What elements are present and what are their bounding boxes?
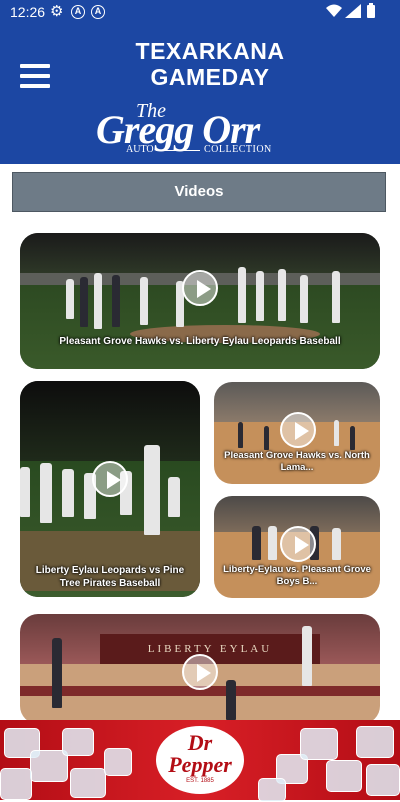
player-figure	[140, 277, 148, 325]
player-figure	[332, 528, 341, 560]
player-figure	[302, 626, 312, 686]
ice-cube	[356, 726, 394, 758]
battery-icon	[367, 3, 375, 18]
player-figure	[334, 420, 339, 446]
app-header: TEXARKANA GAMEDAY The Gregg Orr AUTO COL…	[0, 24, 400, 164]
video-card[interactable]: Liberty Eylau Leopards vs Pine Tree Pira…	[20, 381, 200, 597]
player-figure	[268, 526, 277, 560]
player-figure	[300, 275, 308, 323]
play-icon[interactable]	[280, 526, 316, 562]
ice-cube	[326, 760, 362, 792]
signal-icon	[345, 4, 361, 18]
player-figure	[332, 271, 340, 323]
player-figure	[20, 467, 30, 517]
ice-cube	[0, 768, 32, 800]
player-figure	[238, 267, 246, 323]
video-thumbnail	[20, 381, 200, 461]
play-icon[interactable]	[92, 461, 128, 497]
notification-a-icon: A	[91, 5, 105, 19]
ice-cube	[258, 778, 286, 802]
brand-est: EST. 1885	[186, 778, 214, 784]
player-figure	[80, 277, 88, 327]
video-card[interactable]: Liberty-Eylau vs. Pleasant Grove Boys B.…	[214, 496, 380, 598]
video-caption: Liberty Eylau Leopards vs Pine Tree Pira…	[35, 565, 185, 589]
video-caption: Liberty-Eylau vs. Pleasant Grove Boys B.…	[223, 564, 371, 587]
player-figure	[94, 273, 102, 329]
ice-cube	[300, 728, 338, 760]
player-figure	[112, 275, 120, 327]
brand-line1: Dr	[187, 730, 213, 755]
play-icon[interactable]	[182, 270, 218, 306]
status-time: 12:26	[10, 4, 46, 20]
logo-rule	[156, 150, 200, 151]
player-figure	[238, 422, 243, 448]
player-figure	[168, 477, 180, 517]
player-figure	[350, 426, 355, 450]
dr-pepper-logo: Dr Pepper EST. 1885	[156, 726, 244, 794]
ad-banner[interactable]: Dr Pepper EST. 1885	[0, 720, 400, 802]
player-figure	[252, 526, 261, 560]
video-caption: Pleasant Grove Hawks vs. Liberty Eylau L…	[59, 336, 341, 347]
player-figure	[144, 445, 160, 535]
sponsor-logo[interactable]: The Gregg Orr AUTO COLLECTION	[96, 100, 306, 156]
video-card[interactable]: LIBERTY EYLAU	[20, 614, 380, 724]
ice-cube	[366, 764, 400, 796]
court-wall-text: LIBERTY EYLAU	[147, 643, 273, 655]
player-figure	[226, 680, 236, 720]
player-figure	[256, 271, 264, 321]
player-figure	[52, 638, 62, 708]
ice-cube	[62, 728, 94, 756]
play-icon[interactable]	[182, 654, 218, 690]
player-figure	[40, 463, 52, 523]
player-figure	[66, 279, 74, 319]
brand-line2: Pepper	[168, 752, 232, 777]
wifi-icon	[326, 4, 342, 17]
player-figure	[264, 426, 269, 450]
status-bar: 12:26 ⚙ A A	[0, 0, 400, 24]
video-caption: Pleasant Grove Hawks vs. North Lama...	[224, 450, 370, 473]
logo-collection: COLLECTION	[204, 144, 272, 155]
section-title: Videos	[12, 172, 386, 212]
ice-cube	[30, 750, 68, 782]
ice-cube	[104, 748, 132, 776]
hamburger-menu-icon[interactable]	[20, 64, 50, 88]
player-figure	[62, 469, 74, 517]
logo-auto: AUTO	[126, 144, 154, 155]
play-icon[interactable]	[280, 412, 316, 448]
video-card[interactable]: Pleasant Grove Hawks vs. Liberty Eylau L…	[20, 233, 380, 369]
ice-cube	[70, 768, 106, 798]
player-figure	[278, 269, 286, 321]
notification-a-icon: A	[71, 5, 85, 19]
app-title: TEXARKANA GAMEDAY	[135, 38, 285, 90]
gear-icon: ⚙	[50, 3, 64, 20]
video-card[interactable]: Pleasant Grove Hawks vs. North Lama...	[214, 382, 380, 484]
